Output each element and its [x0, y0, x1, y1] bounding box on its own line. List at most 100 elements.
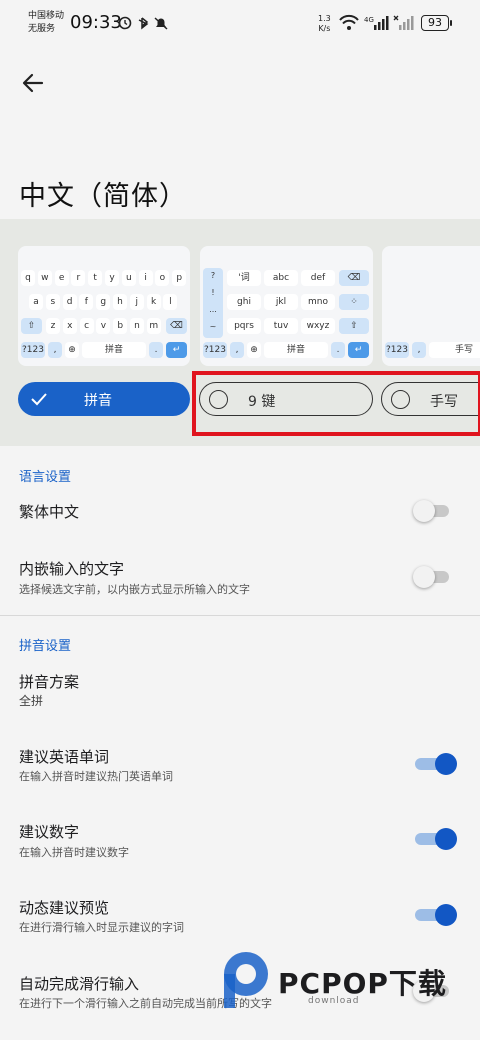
enter-key: ↵	[348, 342, 369, 358]
suggest-numbers-title[interactable]: 建议数字	[19, 821, 79, 842]
ninekey-symbol: ~	[209, 322, 217, 331]
watermark-brand: PCPOP下载	[278, 967, 447, 1000]
keyboard-key: k	[146, 294, 161, 310]
watermark-tagline: download	[308, 996, 360, 1006]
globe-key: ⊕	[65, 342, 79, 358]
net-speed-unit: K/s	[318, 24, 331, 33]
ninekey-symbol-column: ?!... ~	[203, 268, 223, 338]
keyboard-key: ghi	[227, 294, 261, 310]
keyboard-key: def	[301, 270, 335, 286]
carrier-info: 中国移动 无服务	[28, 10, 64, 36]
keyboard-key: t	[88, 270, 103, 286]
space-key: 拼音	[264, 342, 328, 358]
keyboard-key: wxyz	[301, 318, 335, 334]
keyboard-key: h	[113, 294, 127, 310]
suggest-english-subtitle: 在输入拼音时建议热门英语单词	[19, 770, 173, 783]
keyboard-key: z	[46, 318, 60, 334]
inline-input-title[interactable]: 内嵌输入的文字	[19, 558, 124, 579]
toggle-thumb	[435, 753, 457, 775]
page-title: 中文（简体）	[19, 181, 187, 212]
period-key: .	[331, 342, 345, 358]
carrier-name: 中国移动	[28, 11, 65, 21]
keyboard-key: n	[130, 318, 144, 334]
keyboard-key: a	[29, 294, 43, 310]
enter-key: ↵	[166, 342, 187, 358]
dynamic-preview-toggle[interactable]	[413, 904, 457, 926]
layout-option-pinyin[interactable]: 拼音	[18, 382, 190, 416]
ninekey-layout-preview[interactable]: ?!... ~ '词 abc def ghi jkl mno pqrs tuv wxyz ⌫ ⁘ ⇧ ?12…	[200, 246, 373, 366]
keyboard-key: f	[79, 294, 94, 310]
cursor-key: ⁘	[339, 294, 369, 310]
section-header-language: 语言设置	[19, 470, 72, 485]
keyboard-key: w	[37, 270, 52, 286]
status-bar: 中国移动 无服务 09:33 1.3 K/s 4G 93	[0, 0, 480, 48]
keyboard-key: b	[113, 318, 128, 334]
suggest-english-toggle[interactable]	[413, 753, 457, 775]
keyboard-key: tuv	[264, 318, 298, 334]
net-speed: 1.3 K/s	[318, 14, 331, 34]
shift-key: ⇧	[21, 318, 42, 334]
keyboard-key: p	[172, 270, 187, 286]
comma-key: ,	[48, 342, 62, 358]
suggest-english-title[interactable]: 建议英语单词	[19, 746, 109, 767]
keyboard-key: c	[79, 318, 94, 334]
inline-input-toggle[interactable]	[413, 566, 451, 588]
keyboard-key: y	[105, 270, 119, 286]
space-key: 拼音	[82, 342, 146, 358]
autocomplete-glide-title[interactable]: 自动完成滑行输入	[19, 973, 139, 994]
keyboard-key: jkl	[264, 294, 298, 310]
signal-4g-icon: 4G	[364, 16, 389, 30]
keyboard-key: e	[54, 270, 69, 286]
section-header-pinyin: 拼音设置	[19, 639, 72, 654]
arrow-left-icon[interactable]	[20, 70, 46, 96]
keyboard-key: q	[21, 270, 35, 286]
comma-key: ,	[412, 342, 426, 358]
ninekey-symbol: !	[211, 288, 215, 297]
period-key: .	[149, 342, 163, 358]
carrier-status: 无服务	[28, 24, 56, 34]
alarm-icon	[118, 16, 132, 30]
pcpop-logo-icon	[224, 952, 268, 1008]
suggest-numbers-toggle[interactable]	[413, 828, 457, 850]
backspace-key: ⌫	[166, 318, 187, 334]
toggle-thumb	[435, 828, 457, 850]
symbols-key: ?123	[21, 342, 45, 358]
clock: 09:33	[70, 12, 122, 33]
keyboard-key: abc	[264, 270, 298, 286]
dynamic-preview-subtitle: 在进行滑行输入时显示建议的字词	[19, 921, 184, 934]
watermark: PCPOP下载 download	[218, 948, 468, 1010]
keyboard-key: m	[146, 318, 161, 334]
check-icon	[31, 393, 47, 406]
layout-option-label: 拼音	[84, 393, 112, 409]
dynamic-preview-title[interactable]: 动态建议预览	[19, 897, 109, 918]
keyboard-key: pqrs	[227, 318, 261, 334]
pinyin-scheme-value: 全拼	[19, 694, 44, 708]
status-icons-left	[118, 16, 168, 30]
keyboard-key: l	[163, 294, 178, 310]
toggle-thumb	[435, 904, 457, 926]
bluetooth-icon	[138, 17, 149, 30]
traditional-chinese-title[interactable]: 繁体中文	[19, 501, 79, 522]
comma-key: ,	[230, 342, 244, 358]
keyboard-key: j	[129, 294, 144, 310]
handwriting-layout-preview[interactable]: ?123, 手写	[382, 246, 480, 366]
keyboard-key: g	[96, 294, 111, 310]
keyboard-key: o	[155, 270, 170, 286]
inline-input-subtitle: 选择候选文字前，以内嵌方式显示所输入的文字	[19, 583, 250, 596]
traditional-chinese-toggle[interactable]	[413, 500, 451, 522]
pinyin-scheme-title[interactable]: 拼音方案	[19, 671, 79, 692]
net-speed-value: 1.3	[318, 14, 331, 23]
section-divider	[0, 615, 480, 616]
keyboard-key: s	[45, 294, 60, 310]
backspace-key: ⌫	[339, 270, 369, 286]
keyboard-key: v	[96, 318, 111, 334]
status-icons-right: 4G	[339, 14, 414, 30]
no-signal-icon	[393, 15, 414, 30]
suggest-numbers-subtitle: 在输入拼音时建议数字	[19, 846, 129, 859]
toggle-thumb	[413, 500, 435, 522]
shift-key: ⇧	[339, 318, 369, 334]
symbols-key: ?123	[203, 342, 227, 358]
wifi-icon	[339, 14, 359, 30]
qwerty-layout-preview[interactable]: q w e r t y u i o p a s d f g h j k l ⇧ z x c v b n m ⌫ ?123, ⊕ 拼音. ↵	[18, 246, 190, 366]
network-type: 4G	[364, 16, 374, 24]
